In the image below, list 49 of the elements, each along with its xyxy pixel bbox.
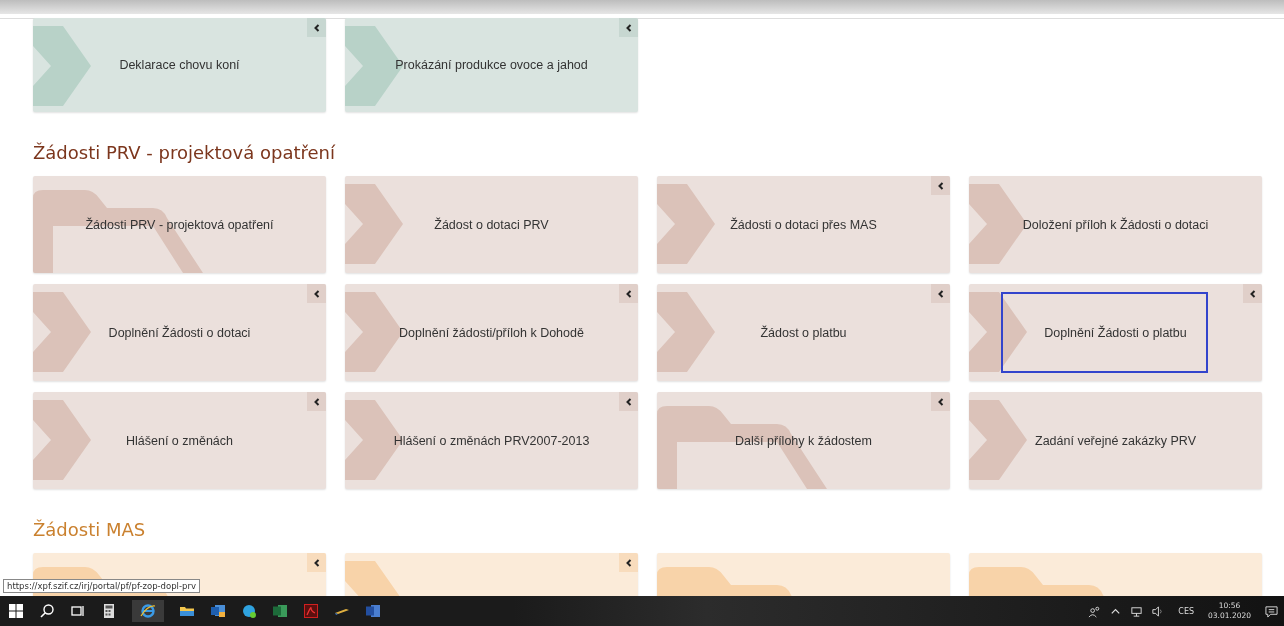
tile-label: Zadání veřejné zakázky PRV	[1035, 433, 1196, 448]
tile-card[interactable]: Deklarace chovu koní	[33, 18, 326, 112]
tile-card[interactable]: Žádosti PRV - projektová opatření	[33, 176, 326, 273]
language-indicator[interactable]: CES	[1178, 606, 1195, 616]
tile-label: Další přílohy k žádostem	[735, 433, 872, 448]
tile-label: Hlášení o změnách	[126, 433, 233, 448]
collapse-toggle-icon[interactable]	[931, 176, 950, 195]
tile-label: Žádost o dotaci PRV	[434, 217, 549, 232]
tile-card[interactable]: Další přílohy k žádostem	[657, 392, 950, 489]
tile-label: Žádosti PRV - projektová opatření	[85, 217, 274, 232]
tile-card[interactable]: Doplnění Žádosti o dotaci	[33, 284, 326, 381]
notification-icon[interactable]	[1265, 604, 1278, 618]
section-heading: Žádosti MAS	[33, 519, 147, 541]
collapse-toggle-icon[interactable]	[619, 18, 638, 37]
tile-card[interactable]: Zadání veřejné zakázky PRV	[969, 392, 1262, 489]
tile-label: Žádosti o dotaci přes MAS	[730, 217, 877, 232]
tile-card[interactable]: Žádost o dotaci PRV	[345, 176, 638, 273]
collapse-toggle-icon[interactable]	[307, 18, 326, 37]
collapse-toggle-icon[interactable]	[619, 553, 638, 572]
tile-label: Deklarace chovu koní	[119, 58, 240, 72]
tile-card[interactable]: Hlášení o změnách PRV2007-2013	[345, 392, 638, 489]
browser-icon[interactable]	[132, 600, 164, 622]
collapse-toggle-icon[interactable]	[931, 284, 950, 303]
tile-card[interactable]: Hlášení o změnách	[33, 392, 326, 489]
tile-label: Doložení příloh k Žádosti o dotaci	[1022, 217, 1209, 232]
people-icon[interactable]	[1088, 604, 1102, 618]
collapse-toggle-icon[interactable]	[307, 392, 326, 411]
collapse-toggle-icon[interactable]	[619, 284, 638, 303]
tile-card[interactable]: Doložení příloh k Žádosti o dotaci	[969, 176, 1262, 273]
tile-label: Doplnění žádosti/příloh k Dohodě	[399, 325, 584, 340]
tile-card[interactable]: Doplnění žádosti/příloh k Dohodě	[345, 284, 638, 381]
network-icon[interactable]	[1130, 604, 1144, 618]
status-url-tooltip: https://xpf.szif.cz/irj/portal/pf/pf-zop-dopl-prv	[3, 579, 200, 593]
tile-card[interactable]: Žádosti o dotaci přes MAS	[657, 176, 950, 273]
collapse-toggle-icon[interactable]	[931, 392, 950, 411]
collapse-toggle-icon[interactable]	[619, 392, 638, 411]
section-heading: Žádosti PRV - projektová opatření	[33, 142, 337, 164]
speaker-icon[interactable]	[1151, 604, 1165, 618]
tile-label: Prokázání produkce ovoce a jahod	[395, 58, 588, 72]
tile-card[interactable]: Žádost o platbu	[657, 284, 950, 381]
collapse-toggle-icon[interactable]	[1243, 284, 1262, 303]
collapse-toggle-icon[interactable]	[307, 553, 326, 572]
tile-label: Doplnění Žádosti o dotaci	[108, 325, 251, 340]
tile-label: Doplnění Žádosti o platbu	[1044, 325, 1187, 340]
collapse-toggle-icon[interactable]	[307, 284, 326, 303]
tile-label: Žádost o platbu	[760, 325, 847, 340]
tile-label: Hlášení o změnách PRV2007-2013	[393, 433, 590, 448]
tile-card[interactable]: Doplnění Žádosti o platbu	[969, 284, 1262, 381]
tile-card[interactable]: Prokázání produkce ovoce a jahod	[345, 18, 638, 112]
